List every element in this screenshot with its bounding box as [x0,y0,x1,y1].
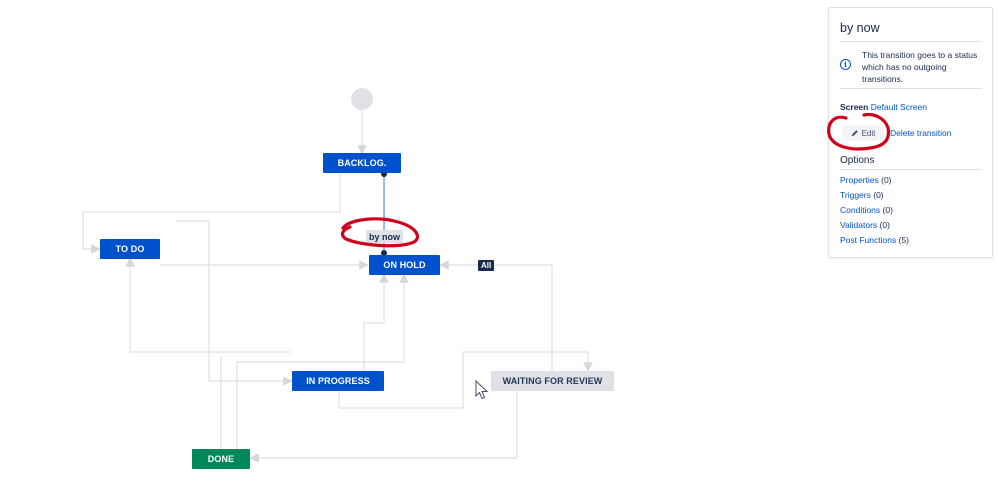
connector-done-onhold[interactable] [236,273,409,449]
option-count: (0) [873,190,884,200]
option-conditions: Conditions (0) [840,205,893,215]
mouse-pointer-icon [475,380,489,400]
status-label: IN PROGRESS [306,376,370,386]
status-waiting-for-review[interactable]: WAITING FOR REVIEW [491,371,614,391]
options-heading: Options [840,155,875,166]
transition-label-by-now[interactable]: by now [366,230,403,243]
all-label-text: All [481,261,492,270]
option-link[interactable]: Triggers [840,190,871,200]
screen-label: Screen [840,102,869,112]
option-link[interactable]: Post Functions [840,235,896,245]
screen-row: Screen Default Screen [840,102,927,112]
connector-inprogress-todo[interactable] [125,257,290,353]
status-label: BACKLOG. [337,158,387,168]
edit-button[interactable]: Edit [842,125,884,141]
status-backlog[interactable]: BACKLOG. [323,153,401,173]
status-in-progress[interactable]: IN PROGRESS [292,371,384,391]
transition-details-panel: by now i This transition goes to a statu… [828,7,993,258]
status-todo[interactable]: TO DO [100,239,160,259]
panel-divider [840,88,982,89]
option-count: (0) [879,220,890,230]
option-count: (5) [898,235,909,245]
start-node[interactable] [351,88,373,110]
connector-todo-inprogress[interactable] [176,220,293,386]
info-message: This transition goes to a status which h… [862,50,978,84]
option-validators: Validators (0) [840,220,890,230]
delete-transition-link[interactable]: Delete transition [890,128,951,138]
pencil-icon [851,130,858,137]
connector-waiting-onhold[interactable] [439,260,553,371]
status-on-hold[interactable]: ON HOLD [369,255,440,275]
option-link[interactable]: Properties [840,175,879,185]
transition-label-text: by now [369,231,400,242]
status-label: DONE [207,454,235,464]
connector-inprogress-onhold[interactable] [363,273,389,371]
screen-link[interactable]: Default Screen [871,102,927,112]
connector-waiting-done[interactable] [249,391,518,463]
option-triggers: Triggers (0) [840,190,884,200]
panel-divider [840,169,982,170]
panel-divider [840,41,982,42]
status-label: TO DO [115,244,145,254]
panel-title: by now [840,21,880,35]
option-post-functions: Post Functions (5) [840,235,909,245]
status-label: WAITING FOR REVIEW [502,376,603,386]
info-icon: i [840,59,851,70]
option-count: (0) [881,175,892,185]
option-link[interactable]: Validators [840,220,877,230]
option-properties: Properties (0) [840,175,892,185]
status-done[interactable]: DONE [192,449,250,469]
status-label: ON HOLD [383,260,426,270]
edit-label: Edit [861,128,876,138]
global-transition-all-label[interactable]: All [478,260,495,271]
option-link[interactable]: Conditions [840,205,880,215]
option-count: (0) [882,205,893,215]
connector-backlog-todo[interactable] [82,174,341,254]
